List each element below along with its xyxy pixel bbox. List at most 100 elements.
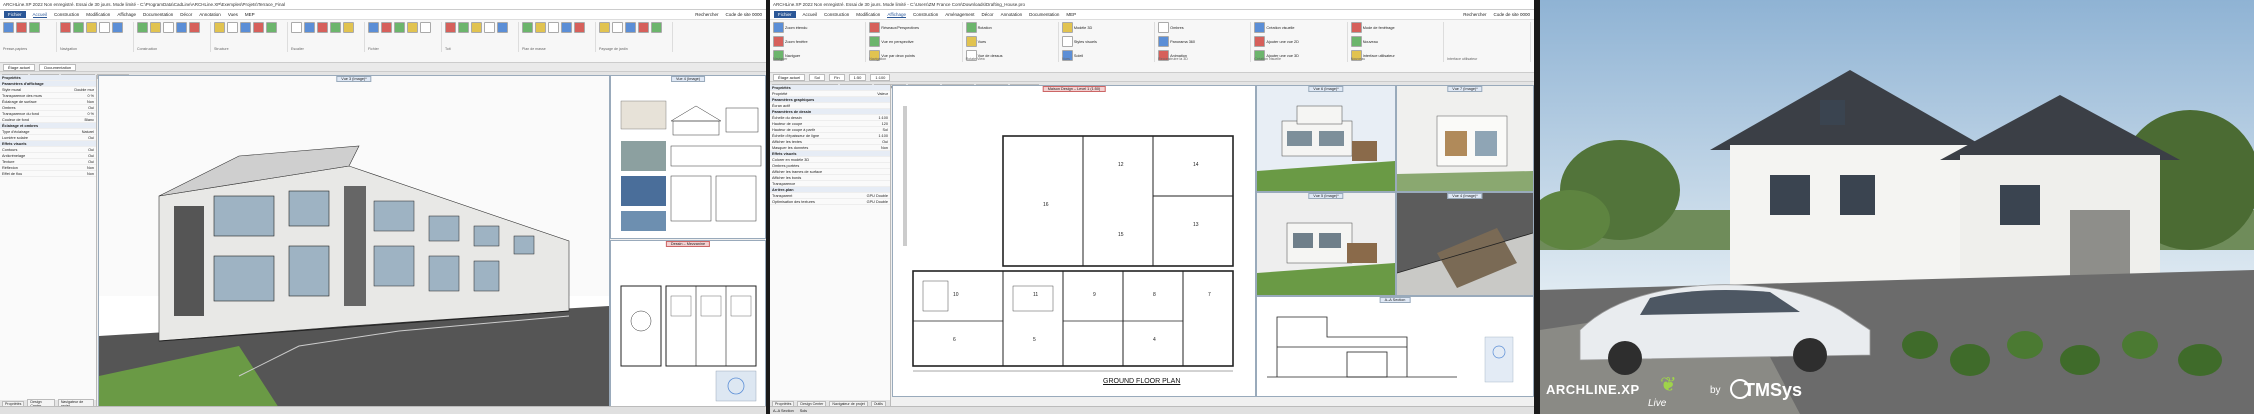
ribbon-button[interactable]: Vue en perspective <box>869 36 947 47</box>
ribbon-button[interactable]: Modèle 3D <box>1061 22 1140 33</box>
menu-item[interactable]: Fichier <box>774 11 796 18</box>
ribbon-tool-icon[interactable] <box>497 22 508 33</box>
property-value[interactable]: 120 <box>882 122 888 126</box>
ribbon-button[interactable]: Vues <box>965 36 1044 47</box>
menu-item[interactable]: Construction <box>54 12 79 17</box>
property-value[interactable]: GPU Double <box>867 194 888 198</box>
ribbon-button[interactable]: Ombres <box>1158 22 1236 33</box>
ribbon-tool-icon[interactable] <box>625 22 636 33</box>
ribbon-tool-icon[interactable] <box>317 22 328 33</box>
menu-item[interactable]: Annotation <box>1001 12 1023 17</box>
ribbon-tool-icon[interactable] <box>612 22 623 33</box>
ribbon-tool-icon[interactable] <box>458 22 469 33</box>
menu-item[interactable]: Annotation <box>199 12 221 17</box>
property-value[interactable]: Blanc <box>85 118 95 122</box>
menu-item[interactable]: Documentation <box>143 12 173 17</box>
menu-item[interactable]: Accueil <box>32 12 48 18</box>
property-value[interactable]: Naturel <box>82 130 94 134</box>
ribbon-tool-icon[interactable] <box>266 22 277 33</box>
ribbon-tool-icon[interactable] <box>16 22 27 33</box>
menu-item[interactable]: MEP <box>1066 12 1076 17</box>
ribbon-button[interactable]: Soleil <box>1061 50 1140 61</box>
tool-field[interactable]: Fin <box>829 73 845 81</box>
ribbon-tool-icon[interactable] <box>163 22 174 33</box>
ribbon-button[interactable]: Rotation <box>965 22 1044 33</box>
ribbon-tool-icon[interactable] <box>176 22 187 33</box>
ribbon-tool-icon[interactable] <box>394 22 405 33</box>
ribbon-tool-icon[interactable] <box>3 22 14 33</box>
view-4[interactable]: Vue 4 (Image)* <box>1396 192 1534 296</box>
ribbon-tool-icon[interactable] <box>522 22 533 33</box>
property-value[interactable]: 0 % <box>87 94 94 98</box>
menu-item[interactable]: Fichier <box>4 11 26 18</box>
property-value[interactable]: Non <box>87 166 94 170</box>
ribbon-tool-icon[interactable] <box>561 22 572 33</box>
tool-field[interactable]: 1:50 <box>848 73 867 81</box>
ribbon-tool-icon[interactable] <box>471 22 482 33</box>
ribbon-tool-icon[interactable] <box>638 22 649 33</box>
ribbon-tool-icon[interactable] <box>535 22 546 33</box>
ribbon-tool-icon[interactable] <box>150 22 161 33</box>
ribbon-tool-icon[interactable] <box>137 22 148 33</box>
menu-item[interactable]: Documentation <box>1029 12 1059 17</box>
property-value[interactable]: Oui <box>88 154 94 158</box>
ribbon-tool-icon[interactable] <box>381 22 392 33</box>
menu-item[interactable]: Modification <box>856 12 880 17</box>
ribbon-button[interactable]: Panorama 360 <box>1158 36 1236 47</box>
menu-item[interactable]: Accueil <box>803 12 818 17</box>
ribbon-tool-icon[interactable] <box>330 22 341 33</box>
menu-item[interactable]: Affichage <box>887 12 906 18</box>
property-value[interactable]: Oui <box>882 140 888 144</box>
view-6[interactable]: Vue 6 (Image)* <box>1256 85 1396 192</box>
ribbon-button[interactable]: Nouveau <box>1350 36 1429 47</box>
property-row[interactable]: Optimisation des textures GPU Double <box>770 199 890 205</box>
menu-item[interactable]: Modification <box>86 12 110 17</box>
view-7[interactable]: Vue 7 (Image)* <box>1396 85 1534 192</box>
tool-field[interactable]: Sol <box>809 73 826 81</box>
property-value[interactable]: Oui <box>88 136 94 140</box>
ribbon-button[interactable]: Zoom fenêtre <box>773 36 851 47</box>
ribbon-tool-icon[interactable] <box>227 22 238 33</box>
menu-item[interactable]: Aménagement <box>945 12 974 17</box>
ribbon-button[interactable]: Styles visuels <box>1061 36 1140 47</box>
ribbon-tool-icon[interactable] <box>368 22 379 33</box>
menu-item[interactable]: Construction <box>824 12 849 17</box>
search-field[interactable]: Rechercher <box>695 12 718 17</box>
main-3d-view[interactable]: Vue 3 (Image)* <box>98 75 610 409</box>
ribbon-tool-icon[interactable] <box>99 22 110 33</box>
floor-plan-view[interactable]: Maison Design – Level 1 (1:50) 12 14 13 15 1 <box>892 85 1256 397</box>
ribbon-tool-icon[interactable] <box>420 22 431 33</box>
ribbon-tool-icon[interactable] <box>304 22 315 33</box>
ribbon-button[interactable]: Mode de fenêtrage <box>1350 22 1429 33</box>
tool-field[interactable]: Étage actuel <box>773 73 806 81</box>
section-view[interactable]: A–A Section <box>1256 296 1534 397</box>
ribbon-tool-icon[interactable] <box>484 22 495 33</box>
ribbon-tool-icon[interactable] <box>407 22 418 33</box>
ribbon-button[interactable]: Zoom étendu <box>773 22 851 33</box>
plan-view[interactable]: Dessin – Mezzanine <box>610 240 766 409</box>
property-value[interactable]: Oui <box>88 160 94 164</box>
tool-field[interactable]: Étage actuel <box>3 63 36 71</box>
ribbon-tool-icon[interactable] <box>253 22 264 33</box>
tool-field[interactable]: Documentation <box>39 63 77 71</box>
ribbon-button[interactable]: Ajouter une vue 2D <box>1254 36 1332 47</box>
property-row[interactable]: Effet de flou Non <box>0 171 96 177</box>
ribbon-tool-icon[interactable] <box>574 22 585 33</box>
menu-item[interactable]: Décor <box>180 12 192 17</box>
view-5[interactable]: Vue 5 (Image)* <box>1256 192 1396 296</box>
property-value[interactable]: Oui <box>88 106 94 110</box>
ribbon-tool-icon[interactable] <box>599 22 610 33</box>
property-value[interactable]: Non <box>87 172 94 176</box>
ribbon-tool-icon[interactable] <box>291 22 302 33</box>
ribbon-tool-icon[interactable] <box>548 22 559 33</box>
ribbon-tool-icon[interactable] <box>214 22 225 33</box>
ribbon-button[interactable]: Création visuelle <box>1254 22 1332 33</box>
ribbon-tool-icon[interactable] <box>651 22 662 33</box>
menu-item[interactable]: Décor <box>982 12 994 17</box>
ribbon-tool-icon[interactable] <box>112 22 123 33</box>
menu-item[interactable]: Construction <box>913 12 938 17</box>
ribbon-tool-icon[interactable] <box>445 22 456 33</box>
property-value[interactable]: Oui <box>88 148 94 152</box>
property-value[interactable]: 1:100 <box>878 116 888 120</box>
ribbon-tool-icon[interactable] <box>86 22 97 33</box>
